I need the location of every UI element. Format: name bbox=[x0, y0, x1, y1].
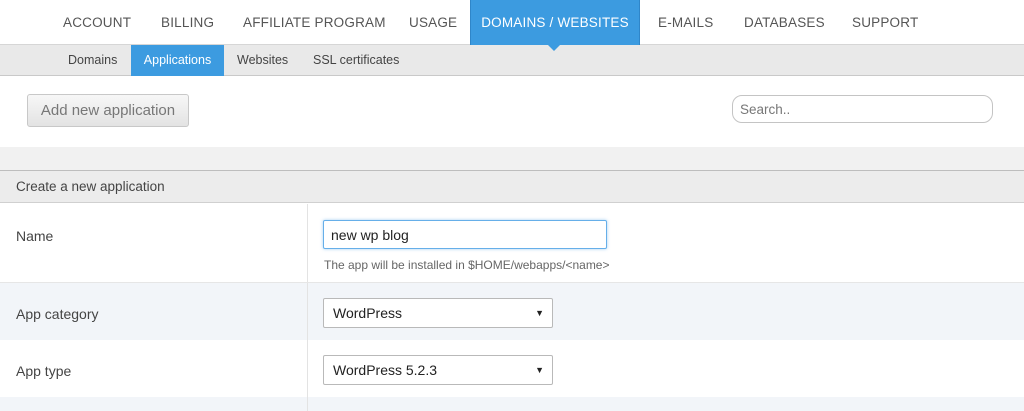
name-label: Name bbox=[16, 228, 54, 244]
nav-item-support[interactable]: SUPPORT bbox=[852, 0, 918, 45]
app-type-select[interactable]: WordPress 5.2.3 ▼ bbox=[323, 355, 553, 385]
nav-item-databases[interactable]: DATABASES bbox=[744, 0, 825, 45]
subnav-item-applications[interactable]: Applications bbox=[131, 45, 224, 76]
label-cell: App type bbox=[0, 340, 308, 397]
nav-item-emails[interactable]: E-MAILS bbox=[658, 0, 713, 45]
name-hint: The app will be installed in $HOME/webap… bbox=[324, 258, 610, 272]
app-type-selected-value: WordPress 5.2.3 bbox=[333, 362, 438, 378]
form-row-name: Name The app will be installed in $HOME/… bbox=[0, 204, 1024, 283]
app-category-selected-value: WordPress bbox=[333, 305, 402, 321]
app-category-label: App category bbox=[16, 306, 99, 322]
form-row-app-category: App category WordPress ▼ bbox=[0, 283, 1024, 340]
caret-down-icon: ▼ bbox=[535, 308, 544, 318]
top-navigation: ACCOUNT BILLING AFFILIATE PROGRAM USAGE … bbox=[0, 0, 1024, 45]
search-input[interactable] bbox=[732, 95, 993, 123]
sub-navigation: Domains Applications Websites SSL certif… bbox=[0, 45, 1024, 76]
subnav-item-ssl-certificates[interactable]: SSL certificates bbox=[313, 45, 399, 75]
label-cell bbox=[0, 397, 308, 411]
active-tab-caret-icon bbox=[548, 45, 560, 51]
nav-item-account[interactable]: ACCOUNT bbox=[63, 0, 131, 45]
section-spacer bbox=[0, 147, 1024, 170]
caret-down-icon: ▼ bbox=[535, 365, 544, 375]
nav-item-usage[interactable]: USAGE bbox=[409, 0, 457, 45]
label-cell: App category bbox=[0, 283, 308, 340]
form-row-app-type: App type WordPress 5.2.3 ▼ bbox=[0, 340, 1024, 397]
label-cell: Name bbox=[0, 204, 308, 282]
subnav-item-websites[interactable]: Websites bbox=[237, 45, 288, 75]
create-application-panel: Create a new application Name The app wi… bbox=[0, 170, 1024, 411]
form-row-next bbox=[0, 397, 1024, 411]
nav-item-affiliate-program[interactable]: AFFILIATE PROGRAM bbox=[243, 0, 386, 45]
subnav-item-domains[interactable]: Domains bbox=[68, 45, 117, 75]
add-new-application-button[interactable]: Add new application bbox=[27, 94, 189, 127]
app-category-select[interactable]: WordPress ▼ bbox=[323, 298, 553, 328]
nav-item-domains-websites[interactable]: DOMAINS / WEBSITES bbox=[470, 0, 640, 45]
name-input[interactable] bbox=[323, 220, 607, 249]
nav-item-billing[interactable]: BILLING bbox=[161, 0, 214, 45]
panel-title: Create a new application bbox=[0, 171, 1024, 203]
app-type-label: App type bbox=[16, 363, 72, 379]
toolbar: Add new application bbox=[0, 77, 1024, 147]
